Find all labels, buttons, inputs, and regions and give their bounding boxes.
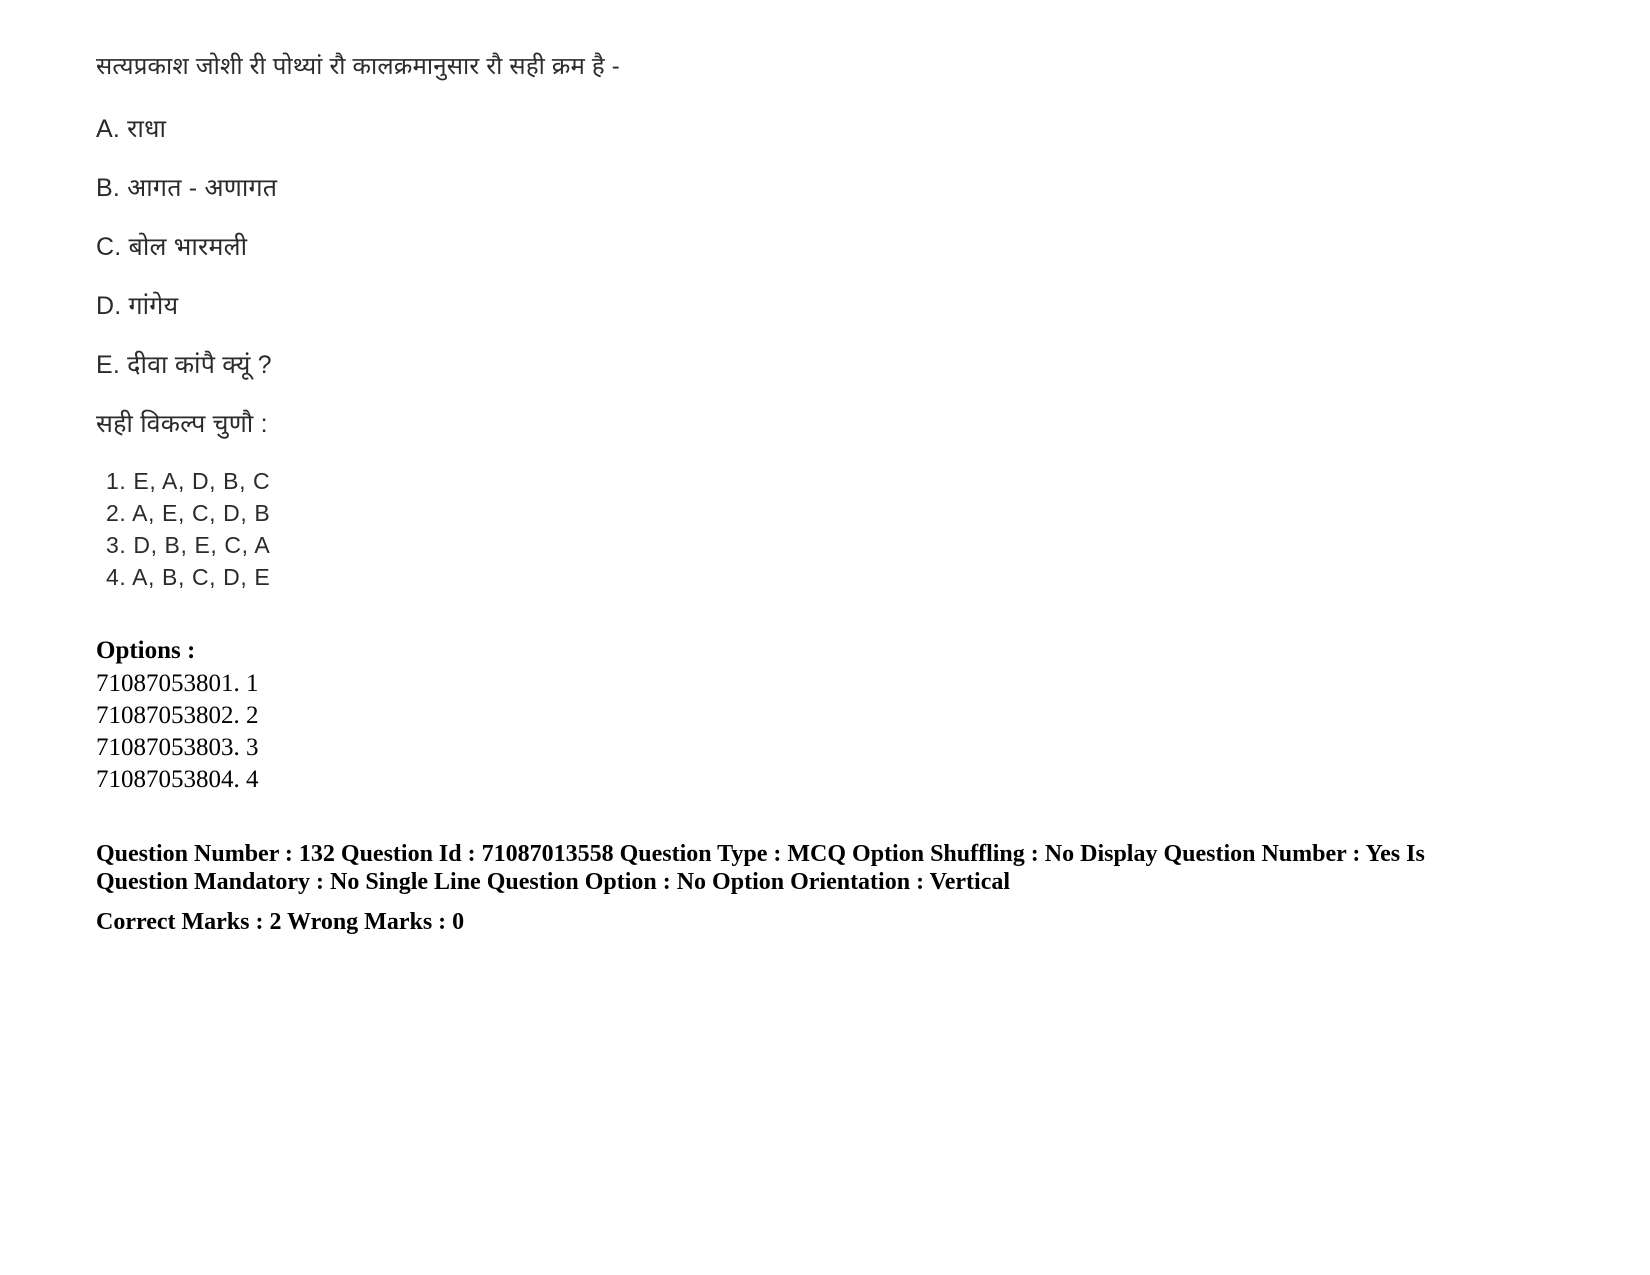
metadata-line-2: Question Mandatory : No Single Line Ques…: [96, 869, 1011, 895]
sequence-choice-4[interactable]: 4. A, B, C, D, E: [106, 561, 1396, 593]
question-item-d: D. गांगेय: [96, 292, 179, 320]
metadata-line-1: Question Number : 132 Question Id : 7108…: [96, 841, 1425, 867]
option-row-2: 71087053802. 2: [96, 702, 259, 729]
options-heading: Options :: [96, 637, 196, 664]
sequence-choice-2[interactable]: 2. A, E, C, D, B: [106, 497, 1396, 529]
question-item-b: B. आगत - अणागत: [96, 174, 278, 202]
question-item-e: E. दीवा कांपै क्यूं ?: [96, 351, 272, 379]
sequence-choice-list: 1. E, A, D, B, C 2. A, E, C, D, B 3. D, …: [106, 465, 1396, 593]
question-page: सत्यप्रकाश जोशी री पोथ्यां रौ कालक्रमानु…: [0, 0, 1650, 1275]
metadata-paragraph-main: Question Number : 132 Question Id : 7108…: [96, 840, 1446, 896]
question-body: सत्यप्रकाश जोशी री पोथ्यां रौ कालक्रमानु…: [96, 52, 1396, 593]
option-row-3: 71087053803. 3: [96, 734, 259, 761]
question-item-a: A. राधा: [96, 115, 167, 143]
question-metadata: Question Number : 132 Question Id : 7108…: [96, 840, 1446, 936]
sequence-choice-3[interactable]: 3. D, B, E, C, A: [106, 529, 1396, 561]
option-row-1: 71087053801. 1: [96, 670, 259, 697]
option-row-4: 71087053804. 4: [96, 766, 259, 793]
choose-correct-option-label: सही विकल्प चुणौ :: [96, 410, 268, 438]
options-section: Options : 71087053801. 1 71087053802. 2 …: [96, 634, 796, 796]
question-stem: सत्यप्रकाश जोशी री पोथ्यां रौ कालक्रमानु…: [96, 53, 620, 80]
metadata-line-3: Correct Marks : 2 Wrong Marks : 0: [96, 909, 465, 935]
question-item-c: C. बोल भारमली: [96, 233, 248, 261]
sequence-choice-1[interactable]: 1. E, A, D, B, C: [106, 465, 1396, 497]
